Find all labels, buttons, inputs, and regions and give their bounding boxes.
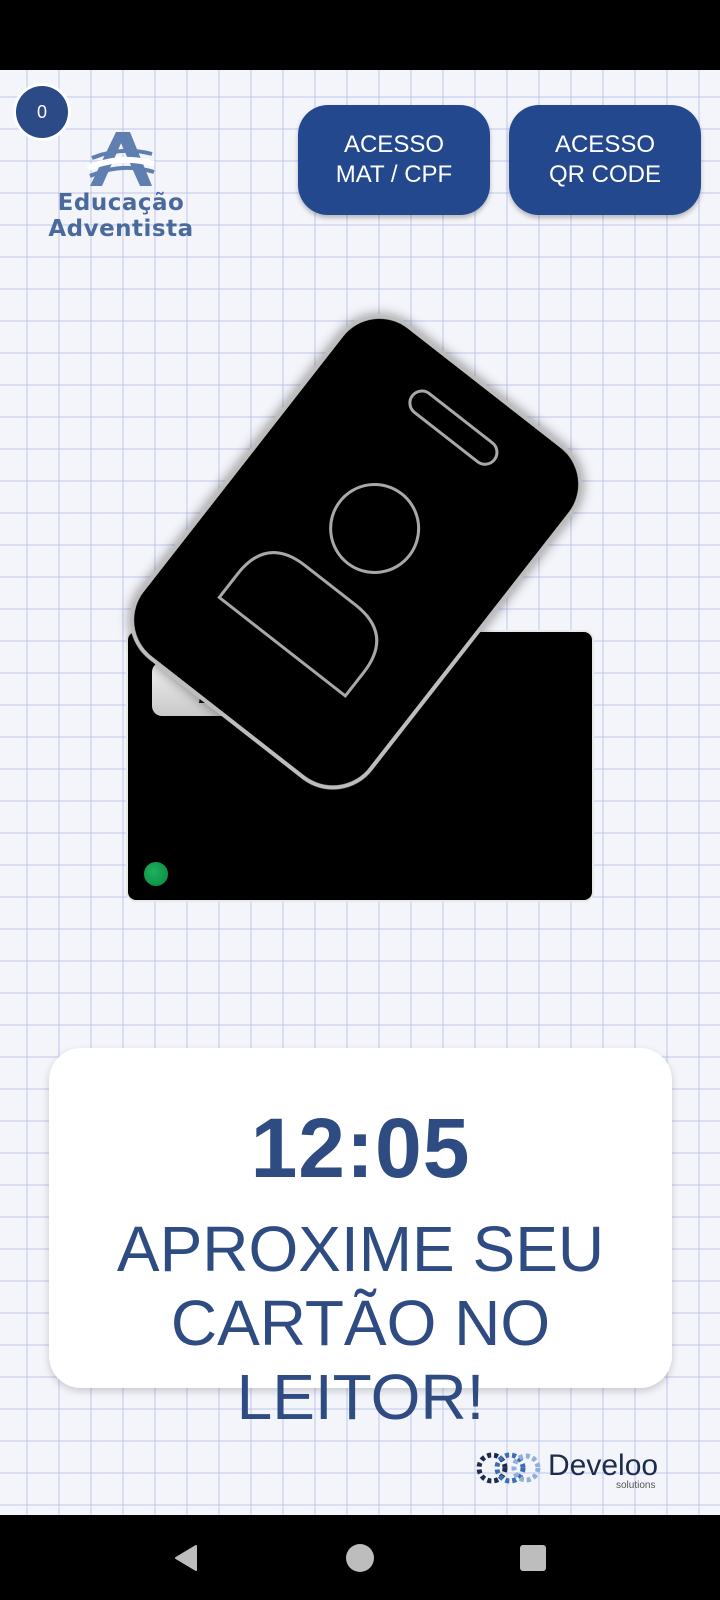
app-screen: 0 Educação Adventista ACESSO MAT / CPF A… [0,70,720,1515]
access-qr-code-button[interactable]: ACESSO QR CODE [509,105,701,215]
nav-back-button[interactable] [157,1528,217,1588]
home-icon [345,1543,374,1572]
develoo-sub-text: solutions [616,1480,656,1491]
logo-line-1: Educação [57,190,185,216]
nav-recents-button[interactable] [503,1528,563,1588]
logo-line-2: Adventista [48,216,194,242]
message-card: 12:05 APROXIME SEU CARTÃO NO LEITOR! [49,1048,672,1433]
nav-home-button[interactable] [330,1528,390,1588]
develoo-brand-text: Develoo [548,1449,659,1482]
counter-value: 0 [36,101,47,122]
access-mat-cpf-button[interactable]: ACESSO MAT / CPF [298,105,490,215]
educacao-adventista-logo: Educação Adventista [36,128,206,248]
logo-mark-icon [86,132,155,186]
reader-status-led [144,862,168,886]
status-bar [0,0,720,70]
id-badge-icon [129,314,583,790]
develoo-gears-icon [476,1452,541,1484]
recents-icon [520,1544,547,1571]
android-nav-bar [0,1515,720,1600]
develoo-logo: Develoo solutions [476,1448,666,1492]
back-icon [174,1544,197,1571]
clock-time: 12:05 [250,1101,471,1195]
approach-card-message: APROXIME SEU CARTÃO NO LEITOR! [116,1213,605,1433]
